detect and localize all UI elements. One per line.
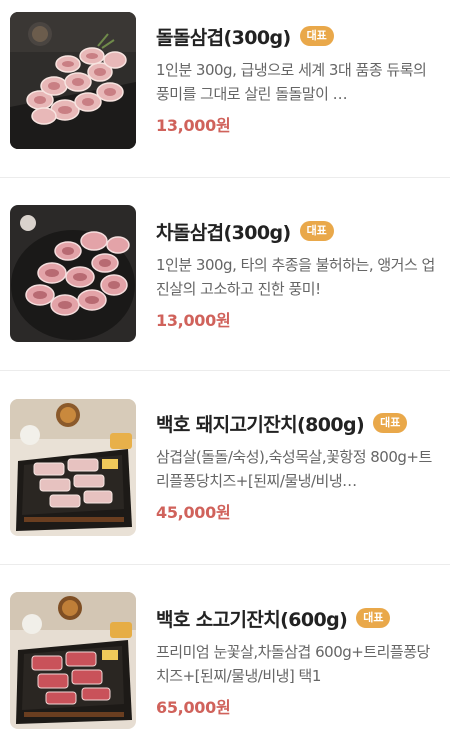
menu-item-description: 프리미엄 눈꽃살,차돌삼겹 600g+트리플퐁당치즈+[된찌/물냉/비냉] 택1 — [156, 643, 430, 685]
signature-badge: 대표 — [299, 221, 334, 241]
menu-item-price: 13,000원 — [156, 311, 231, 330]
menu-item-info: 백호 돼지고기잔치(800g) 대표 삼겹살(돌돌/숙성),숙성목살,꽃항정 8… — [156, 407, 442, 523]
menu-item-pork-feast[interactable]: 백호 돼지고기잔치(800g) 대표 삼겹살(돌돌/숙성),숙성목살,꽃항정 8… — [0, 371, 450, 565]
signature-badge: 대표 — [373, 413, 408, 433]
menu-list: 돌돌삼겹(300g) 대표 1인분 300g, 급냉으로 세계 3대 품종 듀록… — [0, 0, 450, 740]
menu-item-title-row: 백호 돼지고기잔치(800g) 대표 — [156, 407, 442, 439]
menu-item-image[interactable] — [10, 399, 136, 536]
menu-item-price: 13,000원 — [156, 116, 231, 135]
signature-badge: 대표 — [356, 608, 391, 628]
menu-item-name[interactable]: 백호 소고기잔치(600g) — [156, 605, 348, 632]
menu-item-title-row: 백호 소고기잔치(600g) 대표 — [156, 602, 442, 634]
pork-platter-photo — [10, 399, 136, 536]
menu-item-dolldol-samgyeop[interactable]: 돌돌삼겹(300g) 대표 1인분 300g, 급냉으로 세계 3대 품종 듀록… — [0, 0, 450, 178]
menu-item-description: 1인분 300g, 급냉으로 세계 3대 품종 듀록의 풍미를 그대로 살린 돌… — [156, 61, 427, 103]
menu-item-image[interactable] — [10, 12, 136, 149]
menu-item-title-row: 돌돌삼겹(300g) 대표 — [156, 20, 442, 52]
menu-item-description: 1인분 300g, 타의 추종을 불허하는, 앵거스 업진살의 고소하고 진한 … — [156, 256, 435, 298]
menu-item-title-row: 차돌삼겹(300g) 대표 — [156, 215, 442, 247]
menu-item-name[interactable]: 백호 돼지고기잔치(800g) — [156, 410, 365, 437]
menu-item-info: 백호 소고기잔치(600g) 대표 프리미엄 눈꽃살,차돌삼겹 600g+트리플… — [156, 602, 442, 718]
menu-item-description: 삼겹살(돌돌/숙성),숙성목살,꽃항정 800g+트리플퐁당치즈+[된찌/물냉/… — [156, 448, 432, 490]
menu-item-price: 45,000원 — [156, 503, 231, 522]
menu-item-beef-feast[interactable]: 백호 소고기잔치(600g) 대표 프리미엄 눈꽃살,차돌삼겹 600g+트리플… — [0, 565, 450, 740]
menu-item-price: 65,000원 — [156, 698, 231, 717]
menu-item-image[interactable] — [10, 205, 136, 342]
menu-item-name[interactable]: 차돌삼겹(300g) — [156, 218, 291, 245]
brisket-rolls-photo — [10, 205, 136, 342]
menu-item-chadol-samgyeop[interactable]: 차돌삼겹(300g) 대표 1인분 300g, 타의 추종을 불허하는, 앵거스… — [0, 178, 450, 371]
rolled-pork-belly-photo — [10, 12, 136, 149]
menu-item-name[interactable]: 돌돌삼겹(300g) — [156, 23, 291, 50]
menu-item-image[interactable] — [10, 592, 136, 729]
signature-badge: 대표 — [299, 26, 334, 46]
menu-item-info: 차돌삼겹(300g) 대표 1인분 300g, 타의 추종을 불허하는, 앵거스… — [156, 215, 442, 331]
beef-platter-photo — [10, 592, 136, 729]
menu-item-info: 돌돌삼겹(300g) 대표 1인분 300g, 급냉으로 세계 3대 품종 듀록… — [156, 20, 442, 136]
